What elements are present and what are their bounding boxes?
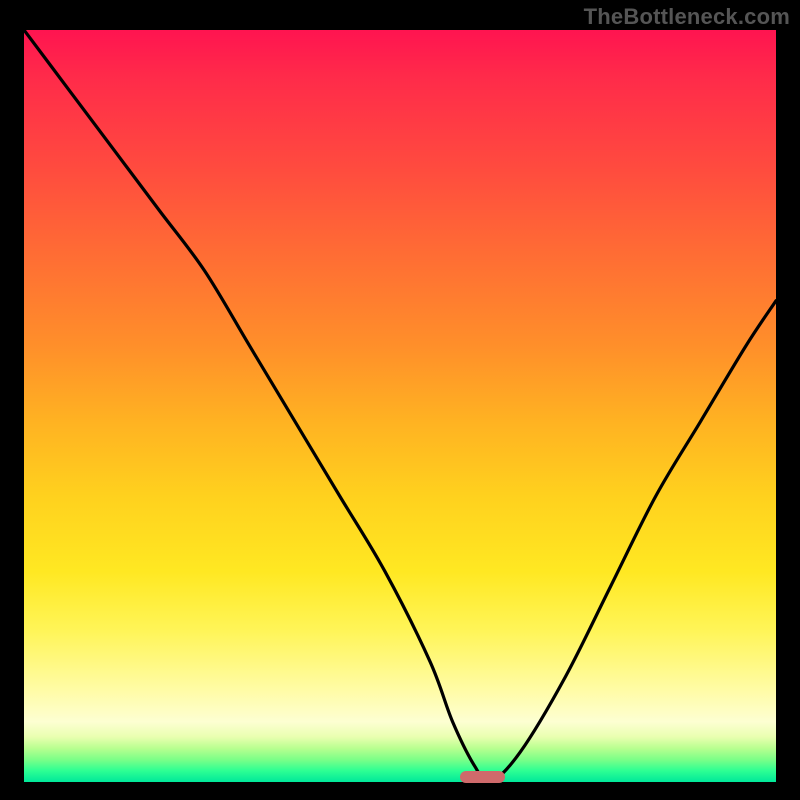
watermark-text: TheBottleneck.com: [584, 4, 790, 30]
plot-area: [24, 30, 776, 782]
minimum-marker: [460, 771, 505, 783]
bottleneck-curve: [24, 30, 776, 782]
chart-frame: TheBottleneck.com: [0, 0, 800, 800]
